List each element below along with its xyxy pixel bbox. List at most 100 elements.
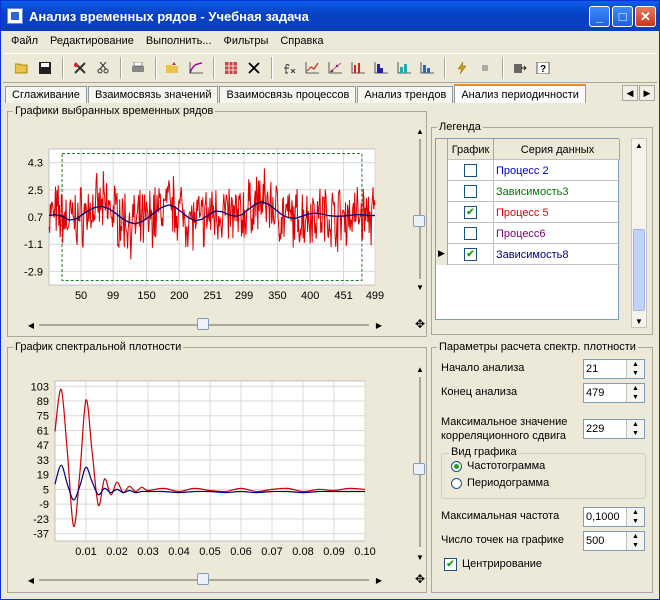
- toolbar-separator: [213, 57, 215, 79]
- legend-plot-cell[interactable]: ✔: [448, 202, 494, 223]
- legend-row[interactable]: Процесс 2: [436, 160, 620, 181]
- legend-row[interactable]: ✔ Процесс 5: [436, 202, 620, 223]
- tab-periodicity-analysis[interactable]: Анализ периодичности: [454, 84, 586, 103]
- tab-trend-analysis[interactable]: Анализ трендов: [357, 86, 454, 103]
- hscroll-thumb[interactable]: [197, 573, 209, 585]
- tab-scroll-left-button[interactable]: ◀: [622, 85, 638, 101]
- maximize-button[interactable]: □: [612, 6, 633, 27]
- legend-checkbox[interactable]: [464, 185, 477, 198]
- legend-series-name[interactable]: Процесс6: [494, 223, 620, 244]
- legend-plot-cell[interactable]: ✔: [448, 244, 494, 265]
- vscroll-thumb[interactable]: [413, 463, 425, 475]
- legend-checkbox[interactable]: ✔: [464, 206, 477, 219]
- legend-plot-cell[interactable]: [448, 160, 494, 181]
- frequency-radio-label: Частотограмма: [467, 460, 546, 472]
- y-tick-label: -23: [33, 514, 49, 526]
- checkmark-icon: ✔: [446, 559, 455, 570]
- spin-arrows-icon[interactable]: ▲ ▼: [626, 360, 644, 378]
- legend-checkbox[interactable]: ✔: [464, 248, 477, 261]
- menu-run[interactable]: Выполнить...: [140, 35, 218, 47]
- spectral-vscroll[interactable]: ▲ ▼: [413, 363, 427, 563]
- legend-checkbox[interactable]: [464, 164, 477, 177]
- bar-chart-button[interactable]: [347, 57, 369, 79]
- tool-filter-button[interactable]: [69, 57, 91, 79]
- tab-value-correlation[interactable]: Взаимосвязь значений: [87, 86, 219, 103]
- header-series[interactable]: Серия данных: [494, 139, 620, 160]
- spin-arrows-icon[interactable]: ▲ ▼: [626, 532, 644, 550]
- legend-series-name[interactable]: Процесс 5: [494, 202, 620, 223]
- histogram-3-button[interactable]: [416, 57, 438, 79]
- print-button[interactable]: [127, 57, 149, 79]
- header-plot[interactable]: График: [448, 139, 494, 160]
- end-input[interactable]: [586, 386, 626, 400]
- run-button[interactable]: [451, 57, 473, 79]
- histogram-2-button[interactable]: [393, 57, 415, 79]
- start-input[interactable]: [586, 362, 626, 376]
- minimize-button[interactable]: _: [589, 6, 610, 27]
- spin-arrows-icon[interactable]: ▲ ▼: [626, 384, 644, 402]
- menu-filters[interactable]: Фильтры: [218, 35, 275, 47]
- delete-button[interactable]: [243, 57, 265, 79]
- legend-series-name[interactable]: Зависимость8: [494, 244, 620, 265]
- maxfreq-input[interactable]: [586, 510, 626, 524]
- x-tick-label: 50: [75, 290, 87, 302]
- plot-button[interactable]: [185, 57, 207, 79]
- spectral-hscroll[interactable]: ◀ ▶: [25, 573, 385, 587]
- maxshift-spinner[interactable]: ▲▼: [583, 419, 645, 439]
- tab-process-correlation[interactable]: Взаимосвязь процессов: [219, 86, 357, 103]
- points-input[interactable]: [586, 534, 626, 548]
- pan-cross-icon[interactable]: ✥: [415, 317, 425, 331]
- window-title: Анализ временных рядов - Учебная задача: [29, 8, 309, 24]
- legend-vscroll[interactable]: ▲ ▼: [631, 138, 647, 328]
- menu-edit[interactable]: Редактирование: [44, 35, 140, 47]
- vscroll-thumb[interactable]: [413, 215, 425, 227]
- table-button[interactable]: [220, 57, 242, 79]
- center-checkbox[interactable]: ✔: [444, 558, 457, 571]
- legend-row[interactable]: Процесс6: [436, 223, 620, 244]
- help-button[interactable]: ?: [532, 57, 554, 79]
- tab-scroll-right-button[interactable]: ▶: [639, 85, 655, 101]
- open-series-button[interactable]: [162, 57, 184, 79]
- title-bar[interactable]: Анализ временных рядов - Учебная задача …: [1, 1, 659, 31]
- spin-arrows-icon[interactable]: ▲ ▼: [626, 508, 644, 526]
- maxshift-input[interactable]: [586, 422, 626, 436]
- timeseries-hscroll[interactable]: ◀ ▶: [25, 318, 385, 332]
- timeseries-vscroll[interactable]: ▲ ▼: [413, 125, 427, 295]
- spin-arrows-icon[interactable]: ▲ ▼: [626, 420, 644, 438]
- legend-checkbox[interactable]: [464, 227, 477, 240]
- legend-plot-cell[interactable]: [448, 181, 494, 202]
- save-button[interactable]: [34, 57, 56, 79]
- x-tick-label: 0.07: [261, 546, 282, 558]
- y-tick-label: 4.3: [28, 158, 43, 170]
- y-tick-label: 103: [31, 381, 49, 393]
- legend-row[interactable]: Зависимость3: [436, 181, 620, 202]
- menu-help[interactable]: Справка: [274, 35, 329, 47]
- stop-button[interactable]: [474, 57, 496, 79]
- formula-button[interactable]: [278, 57, 300, 79]
- legend-row[interactable]: ▶ ✔ Зависимость8: [436, 244, 620, 265]
- svg-text:?: ?: [540, 64, 546, 74]
- line-chart-button[interactable]: [301, 57, 323, 79]
- end-spinner[interactable]: ▲▼: [583, 383, 645, 403]
- y-tick-label: 33: [37, 455, 49, 467]
- maxfreq-spinner[interactable]: ▲▼: [583, 507, 645, 527]
- cut-button[interactable]: [92, 57, 114, 79]
- tab-smoothing[interactable]: Сглаживание: [5, 86, 87, 103]
- frequency-radio[interactable]: [451, 461, 462, 472]
- histogram-button[interactable]: [370, 57, 392, 79]
- exit-button[interactable]: [509, 57, 531, 79]
- close-button[interactable]: ✕: [635, 6, 656, 27]
- pan-cross-icon[interactable]: ✥: [415, 572, 425, 586]
- open-button[interactable]: [11, 57, 33, 79]
- legend-series-name[interactable]: Процесс 2: [494, 160, 620, 181]
- vscroll-thumb[interactable]: [633, 229, 645, 311]
- legend-plot-cell[interactable]: [448, 223, 494, 244]
- periodogram-radio[interactable]: [451, 478, 462, 489]
- menu-file[interactable]: Файл: [5, 35, 44, 47]
- points-spinner[interactable]: ▲▼: [583, 531, 645, 551]
- scatter-button[interactable]: [324, 57, 346, 79]
- legend-series-name[interactable]: Зависимость3: [494, 181, 620, 202]
- x-tick-label: 0.02: [106, 546, 127, 558]
- hscroll-thumb[interactable]: [197, 318, 209, 330]
- start-spinner[interactable]: ▲▼: [583, 359, 645, 379]
